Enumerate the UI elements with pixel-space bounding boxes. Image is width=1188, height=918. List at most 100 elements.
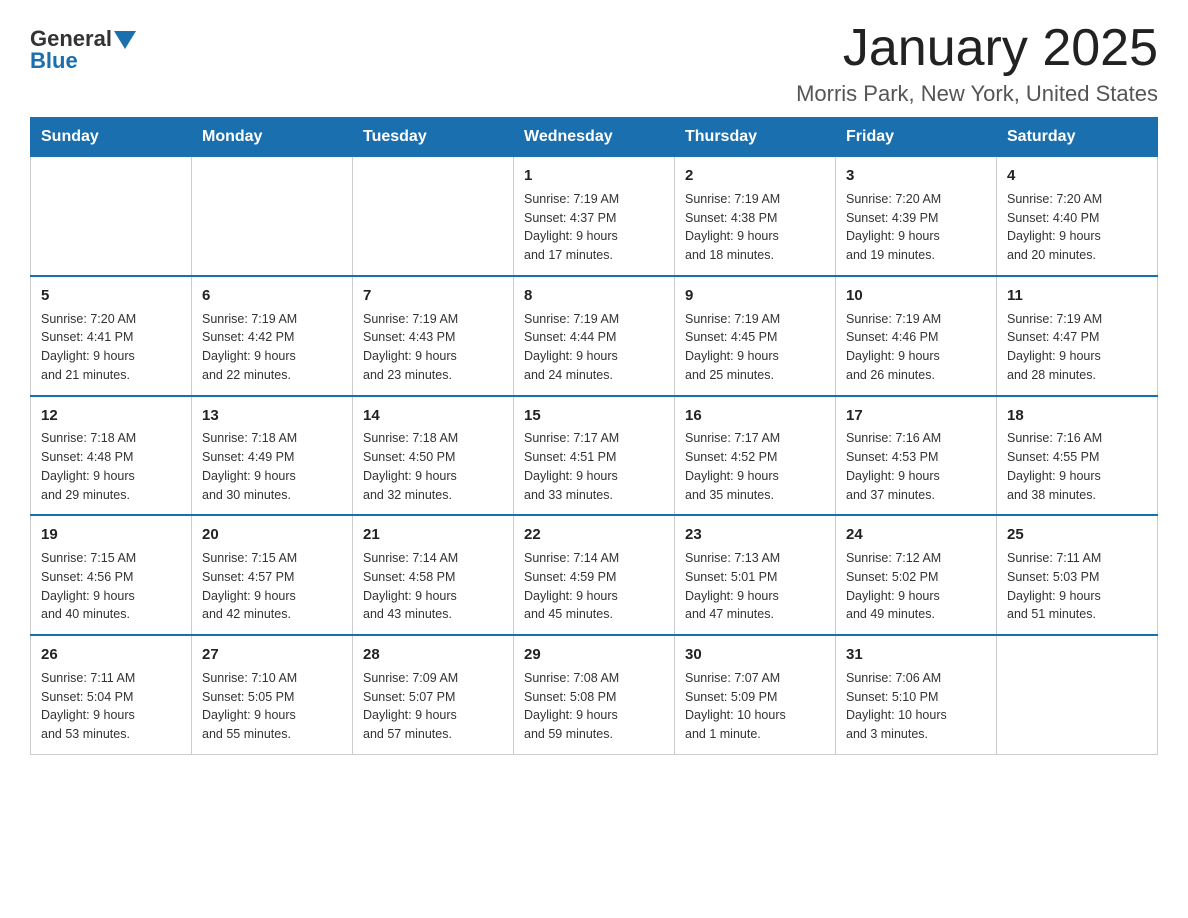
day-info: Sunrise: 7:18 AMSunset: 4:50 PMDaylight:…: [363, 429, 503, 504]
day-number: 27: [202, 644, 342, 666]
day-info: Sunrise: 7:20 AMSunset: 4:39 PMDaylight:…: [846, 190, 986, 265]
day-info: Sunrise: 7:13 AMSunset: 5:01 PMDaylight:…: [685, 549, 825, 624]
weekday-header-thursday: Thursday: [675, 118, 836, 157]
day-number: 5: [41, 285, 181, 307]
day-number: 16: [685, 405, 825, 427]
day-info: Sunrise: 7:06 AMSunset: 5:10 PMDaylight:…: [846, 669, 986, 744]
day-cell-21: 21 Sunrise: 7:14 AMSunset: 4:58 PMDayligh…: [353, 515, 514, 635]
day-cell-11: 11 Sunrise: 7:19 AMSunset: 4:47 PMDayligh…: [997, 276, 1158, 396]
week-row-1: 1 Sunrise: 7:19 AMSunset: 4:37 PMDaylight…: [31, 157, 1158, 276]
empty-cell: [192, 157, 353, 276]
day-info: Sunrise: 7:14 AMSunset: 4:59 PMDaylight:…: [524, 549, 664, 624]
day-cell-6: 6 Sunrise: 7:19 AMSunset: 4:42 PMDaylight…: [192, 276, 353, 396]
day-info: Sunrise: 7:19 AMSunset: 4:46 PMDaylight:…: [846, 310, 986, 385]
day-cell-25: 25 Sunrise: 7:11 AMSunset: 5:03 PMDayligh…: [997, 515, 1158, 635]
day-info: Sunrise: 7:08 AMSunset: 5:08 PMDaylight:…: [524, 669, 664, 744]
calendar-subtitle: Morris Park, New York, United States: [796, 81, 1158, 107]
weekday-header-monday: Monday: [192, 118, 353, 157]
day-cell-3: 3 Sunrise: 7:20 AMSunset: 4:39 PMDaylight…: [836, 157, 997, 276]
day-number: 14: [363, 405, 503, 427]
day-number: 23: [685, 524, 825, 546]
title-area: January 2025 Morris Park, New York, Unit…: [796, 20, 1158, 107]
day-number: 22: [524, 524, 664, 546]
logo-general-text: General: [30, 28, 112, 50]
week-row-5: 26 Sunrise: 7:11 AMSunset: 5:04 PMDayligh…: [31, 635, 1158, 754]
day-cell-14: 14Sunrise: 7:18 AMSunset: 4:50 PMDayligh…: [353, 396, 514, 516]
day-info: Sunrise: 7:11 AMSunset: 5:03 PMDaylight:…: [1007, 549, 1147, 624]
day-info: Sunrise: 7:20 AMSunset: 4:40 PMDaylight:…: [1007, 190, 1147, 265]
weekday-header-friday: Friday: [836, 118, 997, 157]
logo-triangle-icon: [114, 31, 136, 49]
day-number: 17: [846, 405, 986, 427]
day-number: 6: [202, 285, 342, 307]
week-row-4: 19 Sunrise: 7:15 AMSunset: 4:56 PMDayligh…: [31, 515, 1158, 635]
day-number: 15: [524, 405, 664, 427]
day-number: 31: [846, 644, 986, 666]
logo: General Blue: [30, 28, 136, 72]
weekday-header-wednesday: Wednesday: [514, 118, 675, 157]
day-cell-26: 26 Sunrise: 7:11 AMSunset: 5:04 PMDayligh…: [31, 635, 192, 754]
day-info: Sunrise: 7:19 AMSunset: 4:37 PMDaylight:…: [524, 190, 664, 265]
calendar-title: January 2025: [796, 20, 1158, 77]
day-number: 21: [363, 524, 503, 546]
day-cell-16: 16Sunrise: 7:17 AMSunset: 4:52 PMDayligh…: [675, 396, 836, 516]
day-cell-10: 10 Sunrise: 7:19 AMSunset: 4:46 PMDayligh…: [836, 276, 997, 396]
day-cell-22: 22 Sunrise: 7:14 AMSunset: 4:59 PMDayligh…: [514, 515, 675, 635]
day-info: Sunrise: 7:16 AMSunset: 4:55 PMDaylight:…: [1007, 429, 1147, 504]
day-number: 2: [685, 165, 825, 187]
day-number: 3: [846, 165, 986, 187]
empty-cell: [997, 635, 1158, 754]
day-number: 12: [41, 405, 181, 427]
day-number: 28: [363, 644, 503, 666]
day-cell-29: 29 Sunrise: 7:08 AMSunset: 5:08 PMDayligh…: [514, 635, 675, 754]
day-info: Sunrise: 7:15 AMSunset: 4:56 PMDaylight:…: [41, 549, 181, 624]
week-row-2: 5 Sunrise: 7:20 AMSunset: 4:41 PMDaylight…: [31, 276, 1158, 396]
day-info: Sunrise: 7:19 AMSunset: 4:44 PMDaylight:…: [524, 310, 664, 385]
weekday-header-row: SundayMondayTuesdayWednesdayThursdayFrid…: [31, 118, 1158, 157]
day-number: 1: [524, 165, 664, 187]
day-number: 26: [41, 644, 181, 666]
weekday-header-saturday: Saturday: [997, 118, 1158, 157]
day-cell-17: 17Sunrise: 7:16 AMSunset: 4:53 PMDayligh…: [836, 396, 997, 516]
day-number: 9: [685, 285, 825, 307]
day-cell-23: 23 Sunrise: 7:13 AMSunset: 5:01 PMDayligh…: [675, 515, 836, 635]
day-number: 4: [1007, 165, 1147, 187]
day-info: Sunrise: 7:19 AMSunset: 4:45 PMDaylight:…: [685, 310, 825, 385]
calendar-table: SundayMondayTuesdayWednesdayThursdayFrid…: [30, 117, 1158, 755]
day-info: Sunrise: 7:11 AMSunset: 5:04 PMDaylight:…: [41, 669, 181, 744]
day-cell-19: 19 Sunrise: 7:15 AMSunset: 4:56 PMDayligh…: [31, 515, 192, 635]
day-cell-27: 27Sunrise: 7:10 AMSunset: 5:05 PMDayligh…: [192, 635, 353, 754]
day-info: Sunrise: 7:09 AMSunset: 5:07 PMDaylight:…: [363, 669, 503, 744]
day-cell-30: 30Sunrise: 7:07 AMSunset: 5:09 PMDayligh…: [675, 635, 836, 754]
day-cell-13: 13Sunrise: 7:18 AMSunset: 4:49 PMDayligh…: [192, 396, 353, 516]
day-info: Sunrise: 7:19 AMSunset: 4:42 PMDaylight:…: [202, 310, 342, 385]
weekday-header-tuesday: Tuesday: [353, 118, 514, 157]
day-cell-4: 4 Sunrise: 7:20 AMSunset: 4:40 PMDaylight…: [997, 157, 1158, 276]
day-cell-24: 24Sunrise: 7:12 AMSunset: 5:02 PMDayligh…: [836, 515, 997, 635]
day-info: Sunrise: 7:14 AMSunset: 4:58 PMDaylight:…: [363, 549, 503, 624]
day-cell-8: 8 Sunrise: 7:19 AMSunset: 4:44 PMDaylight…: [514, 276, 675, 396]
day-info: Sunrise: 7:16 AMSunset: 4:53 PMDaylight:…: [846, 429, 986, 504]
day-number: 25: [1007, 524, 1147, 546]
day-number: 10: [846, 285, 986, 307]
day-number: 13: [202, 405, 342, 427]
day-cell-7: 7Sunrise: 7:19 AMSunset: 4:43 PMDaylight…: [353, 276, 514, 396]
week-row-3: 12Sunrise: 7:18 AMSunset: 4:48 PMDayligh…: [31, 396, 1158, 516]
day-number: 20: [202, 524, 342, 546]
day-number: 30: [685, 644, 825, 666]
day-number: 19: [41, 524, 181, 546]
day-info: Sunrise: 7:20 AMSunset: 4:41 PMDaylight:…: [41, 310, 181, 385]
day-cell-28: 28 Sunrise: 7:09 AMSunset: 5:07 PMDayligh…: [353, 635, 514, 754]
day-number: 8: [524, 285, 664, 307]
day-info: Sunrise: 7:19 AMSunset: 4:38 PMDaylight:…: [685, 190, 825, 265]
day-info: Sunrise: 7:18 AMSunset: 4:49 PMDaylight:…: [202, 429, 342, 504]
day-info: Sunrise: 7:19 AMSunset: 4:43 PMDaylight:…: [363, 310, 503, 385]
weekday-header-sunday: Sunday: [31, 118, 192, 157]
day-info: Sunrise: 7:19 AMSunset: 4:47 PMDaylight:…: [1007, 310, 1147, 385]
day-cell-12: 12Sunrise: 7:18 AMSunset: 4:48 PMDayligh…: [31, 396, 192, 516]
day-cell-1: 1 Sunrise: 7:19 AMSunset: 4:37 PMDaylight…: [514, 157, 675, 276]
day-cell-18: 18Sunrise: 7:16 AMSunset: 4:55 PMDayligh…: [997, 396, 1158, 516]
day-number: 11: [1007, 285, 1147, 307]
day-number: 29: [524, 644, 664, 666]
empty-cell: [353, 157, 514, 276]
